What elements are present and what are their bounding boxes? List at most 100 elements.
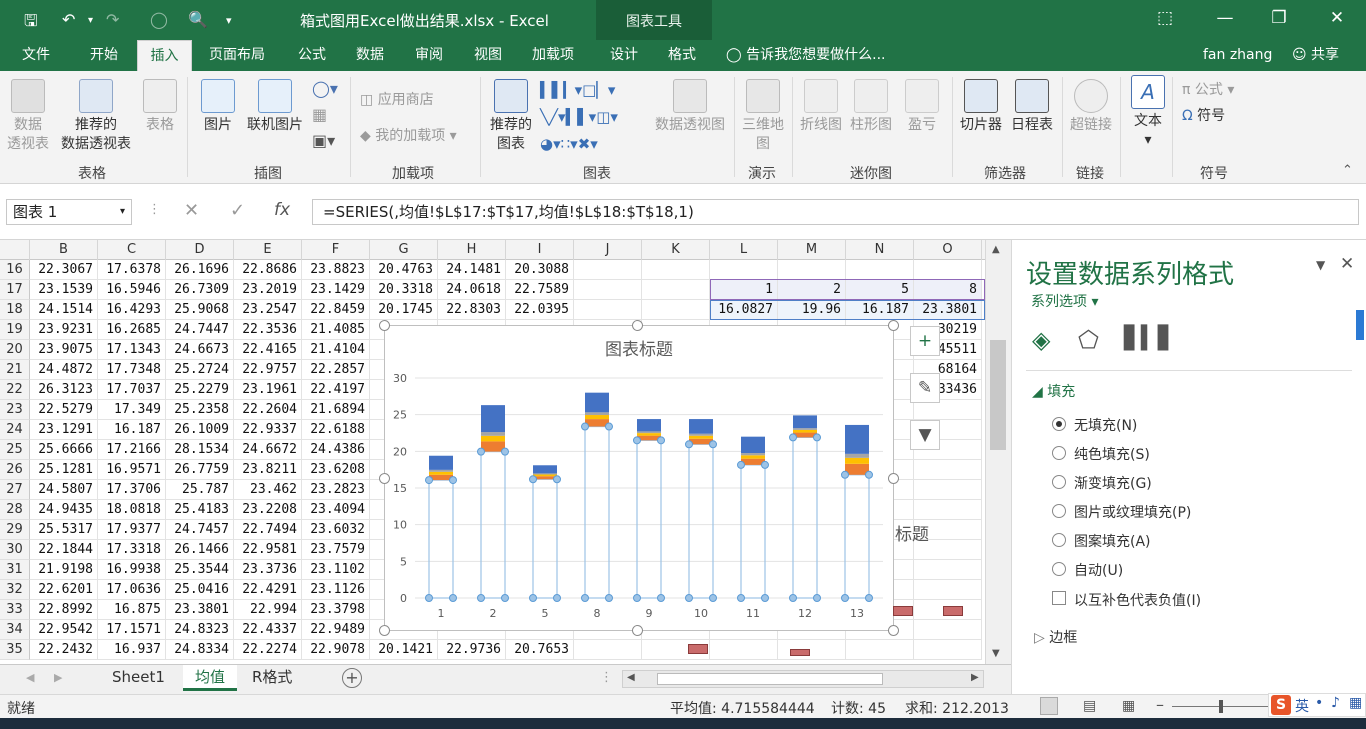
- table-cell[interactable]: 23.1961: [234, 380, 302, 400]
- sparkline-column-button[interactable]: 柱形图: [848, 79, 894, 135]
- table-cell[interactable]: [710, 260, 778, 280]
- shapes-icon[interactable]: ◯▾: [312, 79, 338, 98]
- table-cell[interactable]: 22.7589: [506, 280, 574, 300]
- table-cell[interactable]: 25.4183: [166, 500, 234, 520]
- table-cell[interactable]: 24.4386: [302, 440, 370, 460]
- table-cell[interactable]: [846, 640, 914, 660]
- table-cell[interactable]: 20.7653: [506, 640, 574, 660]
- column-header[interactable]: D: [166, 240, 234, 260]
- table-cell[interactable]: 16.937: [98, 640, 166, 660]
- table-cell[interactable]: 16.4293: [98, 300, 166, 320]
- row-header[interactable]: 24: [0, 420, 30, 440]
- tab-addins[interactable]: 加载项: [530, 40, 576, 71]
- table-cell[interactable]: 16.9571: [98, 460, 166, 480]
- resize-handle[interactable]: [888, 320, 899, 331]
- row-header[interactable]: 21: [0, 360, 30, 380]
- table-cell[interactable]: 25.2724: [166, 360, 234, 380]
- ribbon-display-icon[interactable]: ⬚: [1150, 8, 1180, 28]
- series-options-tab-icon[interactable]: ▋▍▋: [1124, 326, 1175, 351]
- my-addins-button[interactable]: ◆ 我的加载项 ▾: [360, 125, 457, 145]
- chart-styles-brush-icon[interactable]: ✎: [910, 373, 940, 403]
- auto-fill-radio[interactable]: [1052, 562, 1066, 576]
- hscroll-thumb[interactable]: [657, 673, 883, 685]
- invert-negative-checkbox[interactable]: [1052, 591, 1066, 605]
- tab-page-layout[interactable]: 页面布局: [207, 40, 267, 71]
- table-cell[interactable]: 23.3798: [302, 600, 370, 620]
- row-header[interactable]: 28: [0, 500, 30, 520]
- table-cell[interactable]: 22.4165: [234, 340, 302, 360]
- table-cell[interactable]: 24.8323: [166, 620, 234, 640]
- tab-format[interactable]: 格式: [666, 40, 698, 71]
- table-cell[interactable]: 25.2358: [166, 400, 234, 420]
- timeline-button[interactable]: 日程表: [1008, 79, 1056, 135]
- row-header[interactable]: 16: [0, 260, 30, 280]
- row-header[interactable]: 27: [0, 480, 30, 500]
- table-cell[interactable]: 16.5946: [98, 280, 166, 300]
- table-cell[interactable]: 22.4197: [302, 380, 370, 400]
- table-cell[interactable]: [574, 300, 642, 320]
- minimize-icon[interactable]: —: [1210, 8, 1240, 28]
- next-sheet-icon[interactable]: ▶: [54, 671, 62, 684]
- table-cell[interactable]: 17.9377: [98, 520, 166, 540]
- table-cell[interactable]: [642, 300, 710, 320]
- table-cell[interactable]: 21.4104: [302, 340, 370, 360]
- scroll-left-icon[interactable]: ◀: [627, 672, 635, 683]
- column-header[interactable]: O: [914, 240, 982, 260]
- column-header[interactable]: C: [98, 240, 166, 260]
- pivot-chart-button[interactable]: 数据透视图: [650, 79, 730, 135]
- table-cell[interactable]: 23.462: [234, 480, 302, 500]
- table-cell[interactable]: 26.7759: [166, 460, 234, 480]
- table-cell[interactable]: 17.6378: [98, 260, 166, 280]
- table-cell[interactable]: 22.4291: [234, 580, 302, 600]
- effects-tab-icon[interactable]: ⬠: [1078, 326, 1099, 354]
- fill-section-header[interactable]: ◢ 填充: [1032, 381, 1075, 401]
- restore-icon[interactable]: ❐: [1264, 8, 1294, 28]
- table-cell[interactable]: [778, 640, 846, 660]
- column-header[interactable]: H: [438, 240, 506, 260]
- table-cell[interactable]: 22.9337: [234, 420, 302, 440]
- table-cell[interactable]: [914, 460, 982, 480]
- hyperlink-button[interactable]: 超链接: [1066, 79, 1116, 135]
- row-header[interactable]: 31: [0, 560, 30, 580]
- picture-fill-radio[interactable]: [1052, 504, 1066, 518]
- table-cell[interactable]: 17.2166: [98, 440, 166, 460]
- table-cell[interactable]: [642, 260, 710, 280]
- table-cell[interactable]: 22.5279: [30, 400, 98, 420]
- table-cell[interactable]: 17.3706: [98, 480, 166, 500]
- column-header[interactable]: F: [302, 240, 370, 260]
- table-cell[interactable]: [914, 480, 982, 500]
- tab-review[interactable]: 审阅: [413, 40, 445, 71]
- sheet-tab-rformat[interactable]: R格式: [240, 665, 304, 691]
- print-preview-icon[interactable]: 🔍: [188, 10, 208, 29]
- table-cell[interactable]: 26.1009: [166, 420, 234, 440]
- column-header[interactable]: B: [30, 240, 98, 260]
- online-picture-button[interactable]: 联机图片: [244, 79, 306, 135]
- table-cell[interactable]: 22.9078: [302, 640, 370, 660]
- resize-handle[interactable]: [632, 625, 643, 636]
- table-cell[interactable]: 23.2823: [302, 480, 370, 500]
- table-cell[interactable]: 22.9736: [438, 640, 506, 660]
- table-cell[interactable]: 23.1291: [30, 420, 98, 440]
- add-sheet-icon[interactable]: +: [342, 668, 362, 688]
- table-cell[interactable]: [710, 640, 778, 660]
- table-cell[interactable]: 17.7348: [98, 360, 166, 380]
- solid-fill-radio[interactable]: [1052, 446, 1066, 460]
- table-cell[interactable]: 16.875: [98, 600, 166, 620]
- row-header[interactable]: 30: [0, 540, 30, 560]
- table-cell[interactable]: 23.6032: [302, 520, 370, 540]
- undo-dropdown-icon[interactable]: ▾: [88, 15, 93, 26]
- vertical-scrollbar[interactable]: ▲ ▼: [985, 240, 1011, 664]
- tab-design[interactable]: 设计: [608, 40, 640, 71]
- row-header[interactable]: 29: [0, 520, 30, 540]
- table-cell[interactable]: 23.1539: [30, 280, 98, 300]
- column-header[interactable]: M: [778, 240, 846, 260]
- table-cell[interactable]: 16.187: [98, 420, 166, 440]
- table-cell[interactable]: 23.3736: [234, 560, 302, 580]
- table-cell[interactable]: 23.1429: [302, 280, 370, 300]
- resize-handle[interactable]: [888, 473, 899, 484]
- table-cell[interactable]: 24.6672: [234, 440, 302, 460]
- row-header[interactable]: 23: [0, 400, 30, 420]
- formula-input[interactable]: =SERIES(,均值!$L$17:$T$17,均值!$L$18:$T$18,1…: [312, 199, 1359, 225]
- page-layout-view-icon[interactable]: ▤: [1083, 698, 1096, 714]
- table-cell[interactable]: 25.3544: [166, 560, 234, 580]
